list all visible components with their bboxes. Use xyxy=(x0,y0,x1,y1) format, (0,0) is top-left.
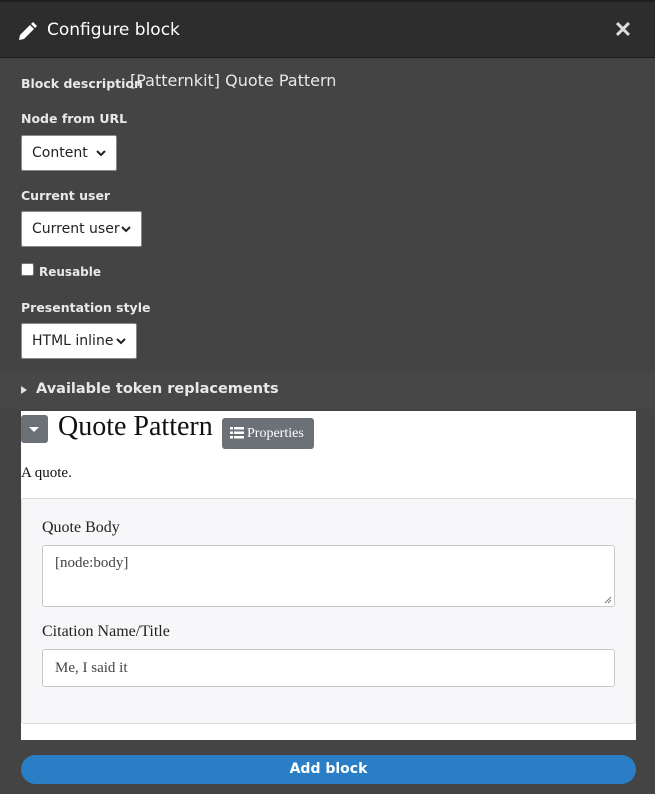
properties-button[interactable]: Properties xyxy=(222,418,314,449)
close-button[interactable]: ✕ xyxy=(613,19,633,41)
list-icon xyxy=(230,427,244,439)
node-from-url-selected: Content xyxy=(32,145,88,161)
token-replacements-summary: Available token replacements xyxy=(36,381,279,397)
reusable-label: Reusable xyxy=(39,265,102,279)
chevron-down-icon xyxy=(116,338,126,345)
block-description-label: Block description xyxy=(21,76,143,91)
dialog-title: Configure block xyxy=(47,20,180,40)
chevron-down-icon xyxy=(121,226,131,233)
chevron-down-icon xyxy=(96,150,106,157)
quote-body-label: Quote Body xyxy=(42,519,120,536)
reusable-checkbox[interactable] xyxy=(21,263,34,276)
properties-label: Properties xyxy=(247,426,304,441)
node-from-url-select[interactable]: Content xyxy=(21,135,117,171)
block-description-value: [Patternkit] Quote Pattern xyxy=(130,71,337,90)
pattern-description: A quote. xyxy=(21,465,72,481)
caret-down-icon xyxy=(29,427,39,432)
presentation-style-label: Presentation style xyxy=(21,300,151,315)
pattern-fields-card: Quote Body [node:body] Citation Name/Tit… xyxy=(21,498,636,724)
node-from-url-label: Node from URL xyxy=(21,111,128,126)
dialog-titlebar: Configure block ✕ xyxy=(0,0,655,58)
current-user-select[interactable]: Current user xyxy=(21,211,142,247)
citation-value: Me, I said it xyxy=(55,660,128,676)
collapse-button[interactable] xyxy=(21,415,48,443)
pencil-icon xyxy=(19,22,37,40)
presentation-style-select[interactable]: HTML inline xyxy=(21,323,137,359)
pattern-editor: Quote Pattern Properties A quote. Quote … xyxy=(21,411,636,740)
resize-handle-icon[interactable] xyxy=(604,596,612,604)
quote-body-value: [node:body] xyxy=(55,555,129,571)
presentation-style-selected: HTML inline xyxy=(32,333,114,349)
triangle-right-icon xyxy=(21,386,27,394)
token-replacements-toggle[interactable]: Available token replacements xyxy=(0,371,655,409)
citation-label: Citation Name/Title xyxy=(42,623,170,640)
current-user-label: Current user xyxy=(21,188,111,203)
current-user-selected: Current user xyxy=(32,221,120,237)
close-icon: ✕ xyxy=(613,17,633,42)
citation-input[interactable]: Me, I said it xyxy=(42,649,615,687)
pattern-title: Quote Pattern xyxy=(58,411,213,442)
quote-body-textarea[interactable]: [node:body] xyxy=(42,545,615,607)
add-block-button[interactable]: Add block xyxy=(21,755,636,784)
